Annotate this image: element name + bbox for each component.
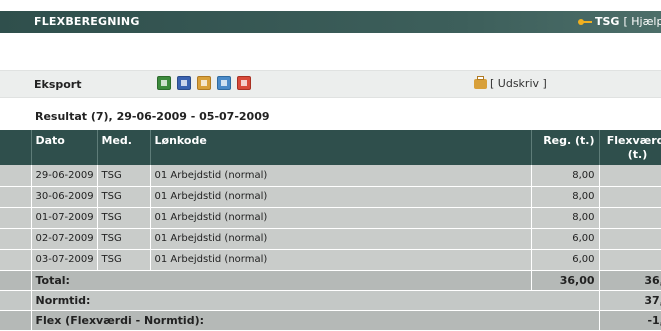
header-spacer — [0, 130, 32, 165]
cell-date: 30-06-2009 — [31, 186, 98, 208]
cell-flex-value: 8, — [599, 165, 661, 187]
cell-employee: TSG — [97, 165, 151, 187]
table-body: 29-06-2009TSG01 Arbejdstid (normal)8,008… — [0, 165, 661, 331]
cell-date: 29-06-2009 — [31, 165, 98, 187]
export-label: Eksport — [34, 78, 82, 91]
column-header-employee[interactable]: Med. — [97, 130, 151, 165]
total-row: Total:36,0036,0 — [0, 270, 661, 291]
cell-wage-code: 01 Arbejdstid (normal) — [150, 186, 532, 208]
column-header-date[interactable]: Dato — [31, 130, 98, 165]
title-bar: FLEXBEREGNING TSG [ Hjælp — [0, 11, 661, 33]
cell-wage-code: 01 Arbejdstid (normal) — [150, 228, 532, 250]
table-row[interactable]: 03-07-2009TSG01 Arbejdstid (normal)6,006… — [0, 249, 661, 271]
cell-date: 02-07-2009 — [31, 228, 98, 250]
table-row[interactable]: 01-07-2009TSG01 Arbejdstid (normal)8,008… — [0, 207, 661, 229]
row-spacer — [0, 207, 32, 229]
cell-wage-code: 01 Arbejdstid (normal) — [150, 207, 532, 229]
excel-icon[interactable] — [157, 76, 171, 90]
row-spacer — [0, 249, 32, 271]
document-icon[interactable] — [217, 76, 231, 90]
word-icon[interactable] — [177, 76, 191, 90]
normtid-row-flex-value: 37,0 — [599, 290, 661, 311]
normtid-row: Normtid:37,0 — [0, 290, 661, 311]
cell-employee: TSG — [97, 228, 151, 250]
row-spacer — [0, 310, 32, 331]
flex-row: Flex (Flexværdi - Normtid):-1,0 — [0, 310, 661, 331]
cell-registered: 6,00 — [531, 249, 600, 271]
export-bar: Eksport [ Udskriv ] — [0, 70, 661, 98]
flex-row-label: Flex (Flexværdi - Normtid): — [31, 310, 600, 331]
cell-registered: 8,00 — [531, 165, 600, 187]
cell-flex-value: 8, — [599, 186, 661, 208]
normtid-row-label: Normtid: — [31, 290, 600, 311]
cell-flex-value: 8, — [599, 207, 661, 229]
result-title: Resultat (7), 29-06-2009 - 05-07-2009 — [35, 110, 270, 123]
print-label[interactable]: [ Udskriv ] — [490, 77, 547, 90]
row-spacer — [0, 290, 32, 311]
flex-table: Dato Med. Lønkode Reg. (t.) Flexværdi (t… — [0, 130, 661, 331]
cell-wage-code: 01 Arbejdstid (normal) — [150, 249, 532, 271]
user-area: TSG [ Hjælp — [578, 15, 661, 28]
total-row-flex-value: 36,0 — [599, 270, 661, 291]
key-icon — [578, 18, 592, 26]
export-icons — [157, 76, 257, 90]
print-button[interactable]: [ Udskriv ] — [474, 76, 547, 90]
row-spacer — [0, 228, 32, 250]
row-spacer — [0, 165, 32, 187]
help-link[interactable]: [ Hjælp — [623, 15, 661, 28]
cell-date: 01-07-2009 — [31, 207, 98, 229]
table-row[interactable]: 02-07-2009TSG01 Arbejdstid (normal)6,006… — [0, 228, 661, 250]
column-header-registered[interactable]: Reg. (t.) — [531, 130, 600, 165]
cell-employee: TSG — [97, 207, 151, 229]
user-name[interactable]: TSG — [595, 15, 619, 28]
row-spacer — [0, 270, 32, 291]
cell-flex-value: 6, — [599, 249, 661, 271]
cell-date: 03-07-2009 — [31, 249, 98, 271]
cell-employee: TSG — [97, 186, 151, 208]
flex-row-flex-value: -1,0 — [599, 310, 661, 331]
cell-registered: 8,00 — [531, 186, 600, 208]
cell-registered: 8,00 — [531, 207, 600, 229]
cell-flex-value: 6, — [599, 228, 661, 250]
total-row-label: Total: — [31, 270, 532, 291]
column-header-flex-value[interactable]: Flexværdi (t.) — [599, 130, 661, 165]
cell-wage-code: 01 Arbejdstid (normal) — [150, 165, 532, 187]
printer-icon — [474, 76, 487, 89]
xml-icon[interactable] — [237, 76, 251, 90]
row-spacer — [0, 186, 32, 208]
table-row[interactable]: 29-06-2009TSG01 Arbejdstid (normal)8,008… — [0, 165, 661, 187]
table-row[interactable]: 30-06-2009TSG01 Arbejdstid (normal)8,008… — [0, 186, 661, 208]
cell-registered: 6,00 — [531, 228, 600, 250]
pdf-icon[interactable] — [197, 76, 211, 90]
table-header-row: Dato Med. Lønkode Reg. (t.) Flexværdi (t… — [0, 130, 661, 165]
column-header-wage-code[interactable]: Lønkode — [150, 130, 532, 165]
page-title: FLEXBEREGNING — [34, 15, 140, 28]
total-row-registered: 36,00 — [531, 270, 600, 291]
cell-employee: TSG — [97, 249, 151, 271]
